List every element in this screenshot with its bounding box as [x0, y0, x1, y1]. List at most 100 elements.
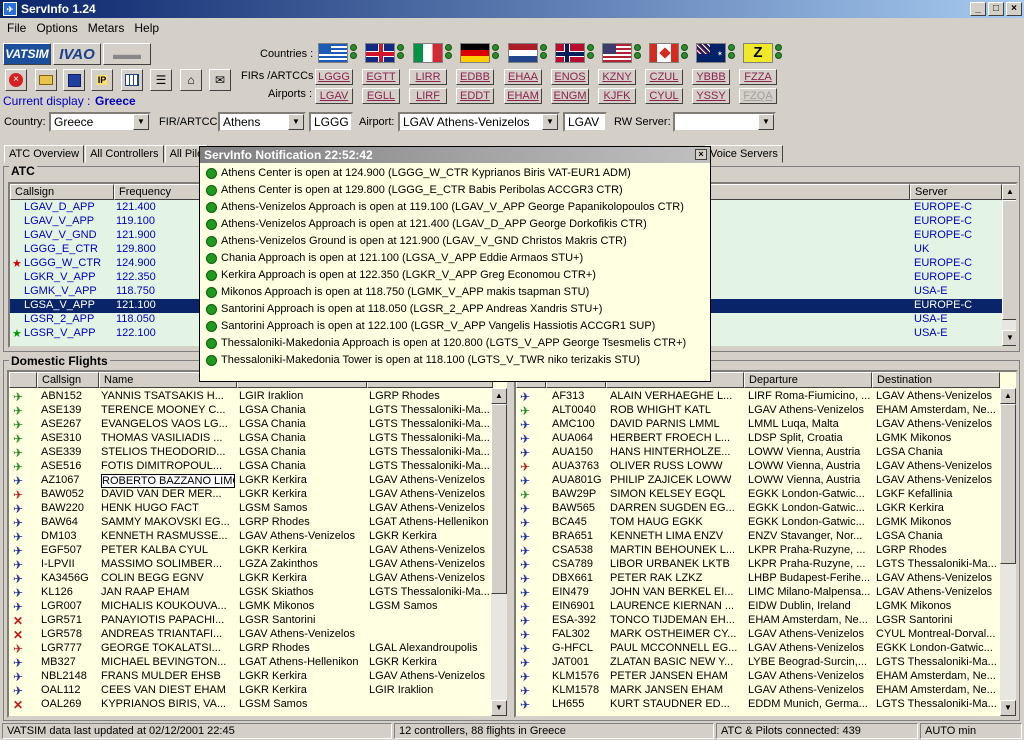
scroll-down-icon[interactable]: ▼	[491, 700, 507, 716]
domestic-flight-row[interactable]: ✕ LGR571 PANAYIOTIS PAPACHI... LGSR Santori…	[9, 614, 491, 628]
fir-code-ybbb[interactable]: YBBB	[692, 69, 730, 85]
intl-flight-row[interactable]: ✈ EIN479 JOHN VAN BERKEL EI... LIMC Milano-…	[516, 586, 998, 600]
intl-flight-row[interactable]: ✈ CSA538 MARTIN BEHOUNEK L... LKPR Praha-Ru…	[516, 544, 998, 558]
airport-code-field[interactable]: LGAV	[563, 112, 607, 132]
domestic-header-callsign[interactable]: Callsign	[37, 372, 99, 388]
intl-flight-row[interactable]: ✈ AMC100 DAVID PARNIS LMML LMML Luqa, Malta…	[516, 418, 998, 432]
airport-select[interactable]: LGAV Athens-Venizelos ▼	[398, 112, 560, 132]
intl-flight-row[interactable]: ✈ AUA801G PHILIP ZAJICEK LOWW LOWW Vienna, …	[516, 474, 998, 488]
chevron-down-icon[interactable]: ▼	[542, 114, 558, 130]
flag-netherlands-icon[interactable]	[508, 43, 538, 63]
menu-options[interactable]: Options	[31, 21, 82, 35]
airport-code-egll[interactable]: EGLL	[362, 88, 400, 104]
chevron-down-icon[interactable]: ▼	[133, 114, 149, 130]
fir-code-egtt[interactable]: EGTT	[362, 69, 400, 85]
flag-canada-icon[interactable]	[649, 43, 679, 63]
domestic-scrollbar[interactable]: ▲ ▼	[491, 388, 507, 716]
intl-flight-row[interactable]: ✈ ESA-392 TONCO TIJDEMAN EH... EHAM Amsterd…	[516, 614, 998, 628]
fir-code-enos[interactable]: ENOS	[551, 69, 589, 85]
flag-australia-icon[interactable]: ✶	[696, 43, 726, 63]
domestic-flight-row[interactable]: ✈ DM103 KENNETH RASMUSSE... LGAV Athens-Ven…	[9, 530, 491, 544]
scroll-up-icon[interactable]: ▲	[491, 388, 507, 404]
open-folder-icon[interactable]	[35, 69, 57, 91]
intl-flight-row[interactable]: ✈ G-HFCL PAUL MCCONNELL EG... LGAV Athens-V…	[516, 642, 998, 656]
intl-flight-row[interactable]: ✈ AUA3763 OLIVER RUSS LOWW LOWW Vienna, Aus…	[516, 460, 998, 474]
fir-code-ehaa[interactable]: EHAA	[504, 69, 542, 85]
ivao-button[interactable]: IVAO	[53, 43, 101, 65]
book-button[interactable]: ▬▬	[103, 43, 151, 65]
intl-flight-row[interactable]: ✈ AUA064 HERBERT FROECH L... LDSP Split, Cr…	[516, 432, 998, 446]
menu-metars[interactable]: Metars	[83, 21, 130, 35]
fir-code-fzza[interactable]: FZZA	[739, 69, 777, 85]
domestic-flight-row[interactable]: ✈ ASE339 STELIOS THEODORID... LGSA Chania LG…	[9, 446, 491, 460]
flag-germany-icon[interactable]	[460, 43, 490, 63]
domestic-flight-row[interactable]: ✕ LGR578 ANDREAS TRIANTAFI... LGAV Athens-V…	[9, 628, 491, 642]
airport-code-cyul[interactable]: CYUL	[645, 88, 683, 104]
fir-select[interactable]: Athens ▼	[218, 112, 306, 132]
intl-flight-row[interactable]: ✈ CSA789 LIBOR URBANEK LKTB LKPR Praha-Ruzy…	[516, 558, 998, 572]
fir-code-kzny[interactable]: KZNY	[598, 69, 636, 85]
scroll-down-icon[interactable]: ▼	[1000, 700, 1016, 716]
intl-flight-row[interactable]: ✈ BAW29P SIMON KELSEY EGQL EGKK London-Gatw…	[516, 488, 998, 502]
airport-code-kjfk[interactable]: KJFK	[598, 88, 636, 104]
intl-header-departure[interactable]: Departure	[744, 372, 872, 388]
save-disk-icon[interactable]	[63, 69, 85, 91]
tab-atc-overview[interactable]: ATC Overview	[4, 145, 85, 163]
domestic-flight-row[interactable]: ✈ NBL2148 FRANS MULDER EHSB LGKR Kerkira LGA…	[9, 670, 491, 684]
domestic-flight-row[interactable]: ✈ ASE516 FOTIS DIMITROPOUL... LGSA Chania LG…	[9, 460, 491, 474]
rw-server-select[interactable]: ▼	[673, 112, 776, 132]
domestic-flight-row[interactable]: ✈ KL126 JAN RAAP EHAM LGSK Skiathos LGTS The…	[9, 586, 491, 600]
domestic-flight-row[interactable]: ✈ ASE310 THOMAS VASILIADIS ... LGSA Chania L…	[9, 432, 491, 446]
domestic-flight-row[interactable]: ✕ OAL269 KYPRIANOS BIRIS, VA... LGSM Samos	[9, 698, 491, 712]
flag-uk-icon[interactable]	[365, 43, 395, 63]
flight-plan-icon[interactable]: IP	[91, 69, 113, 91]
stop-icon[interactable]: ×	[5, 69, 27, 91]
scroll-up-icon[interactable]: ▲	[1002, 184, 1016, 200]
atc-scrollbar[interactable]: ▲ ▼	[1002, 184, 1016, 346]
flag-norway-icon[interactable]	[555, 43, 585, 63]
intl-flight-row[interactable]: ✈ KLM1576 PETER JANSEN EHAM LGAV Athens-Ven…	[516, 670, 998, 684]
menu-file[interactable]: File	[2, 21, 31, 35]
intl-flight-row[interactable]: ✈ BCA45 TOM HAUG EGKK EGKK London-Gatwic...…	[516, 516, 998, 530]
fir-code-czul[interactable]: CZUL	[645, 69, 683, 85]
menu-help[interactable]: Help	[129, 21, 164, 35]
minimize-button[interactable]: _	[970, 2, 986, 16]
airport-code-eddt[interactable]: EDDT	[456, 88, 494, 104]
airport-code-fzqa[interactable]: FZQA	[739, 88, 777, 104]
domestic-flight-row[interactable]: ✈ ASE139 TERENCE MOONEY C... LGSA Chania LGT…	[9, 404, 491, 418]
intl-flight-row[interactable]: ✈ AUA150 HANS HINTERHOLZE... LOWW Vienna, A…	[516, 446, 998, 460]
domestic-header-icon[interactable]	[9, 372, 37, 388]
country-select[interactable]: Greece ▼	[49, 112, 151, 132]
close-window-button[interactable]: ×	[1006, 2, 1022, 16]
tower-icon[interactable]: ⌂	[180, 69, 202, 91]
airport-code-engm[interactable]: ENGM	[551, 88, 589, 104]
intl-flight-row[interactable]: ✈ AF313 ALAIN VERHAEGHE L... LIRF Roma-Fium…	[516, 390, 998, 404]
message-icon[interactable]: ✉	[209, 69, 231, 91]
scroll-thumb[interactable]	[1002, 200, 1016, 320]
airport-code-lgav[interactable]: LGAV	[315, 88, 353, 104]
intl-flight-row[interactable]: ✈ BRA651 KENNETH LIMA ENZV ENZV Stavanger, …	[516, 530, 998, 544]
scroll-thumb[interactable]	[1000, 404, 1016, 564]
tab-voice-servers[interactable]: Voice Servers	[705, 145, 783, 163]
intl-flight-row[interactable]: ✈ FAL302 MARK OSTHEIMER CY... LGAV Athens-V…	[516, 628, 998, 642]
flag-zaire-icon[interactable]: Z	[743, 43, 773, 63]
grid-table-icon[interactable]	[121, 69, 143, 91]
domestic-flight-row[interactable]: ✈ ABN152 YANNIS TSATSAKIS H... LGIR Iraklio…	[9, 390, 491, 404]
domestic-flight-row[interactable]: ✈ EGF507 PETER KALBA CYUL LGKR Kerkira LGAV …	[9, 544, 491, 558]
intl-flight-row[interactable]: ✈ DBX661 PETER RAK LZKZ LHBP Budapest-Ferih…	[516, 572, 998, 586]
notification-titlebar[interactable]: ServInfo Notification 22:52:42 ×	[200, 147, 710, 163]
airport-code-eham[interactable]: EHAM	[504, 88, 542, 104]
intl-flight-row[interactable]: ✈ JAT001 ZLATAN BASIC NEW Y... LYBE Beograd…	[516, 656, 998, 670]
tab-all-controllers[interactable]: All Controllers	[85, 145, 164, 163]
intl-flight-row[interactable]: ✈ ALT0040 ROB WHIGHT KATL LGAV Athens-Veniz…	[516, 404, 998, 418]
fir-code-field[interactable]: LGGG	[309, 112, 353, 132]
domestic-flight-row[interactable]: ✈ BAW052 DAVID VAN DER MER... LGKR Kerkira L…	[9, 488, 491, 502]
fir-code-lggg[interactable]: LGGG	[315, 69, 353, 85]
flag-greece-icon[interactable]	[318, 43, 348, 63]
intl-scrollbar[interactable]: ▲ ▼	[1000, 388, 1016, 716]
domestic-flight-row[interactable]: ✈ LGR777 GEORGE TOKALATSI... LGRP Rhodes LGA…	[9, 642, 491, 656]
fir-code-edbb[interactable]: EDBB	[456, 69, 494, 85]
airport-code-lirf[interactable]: LIRF	[409, 88, 447, 104]
vatsim-button[interactable]: VATSIM	[3, 43, 51, 65]
scroll-thumb[interactable]	[491, 404, 507, 594]
